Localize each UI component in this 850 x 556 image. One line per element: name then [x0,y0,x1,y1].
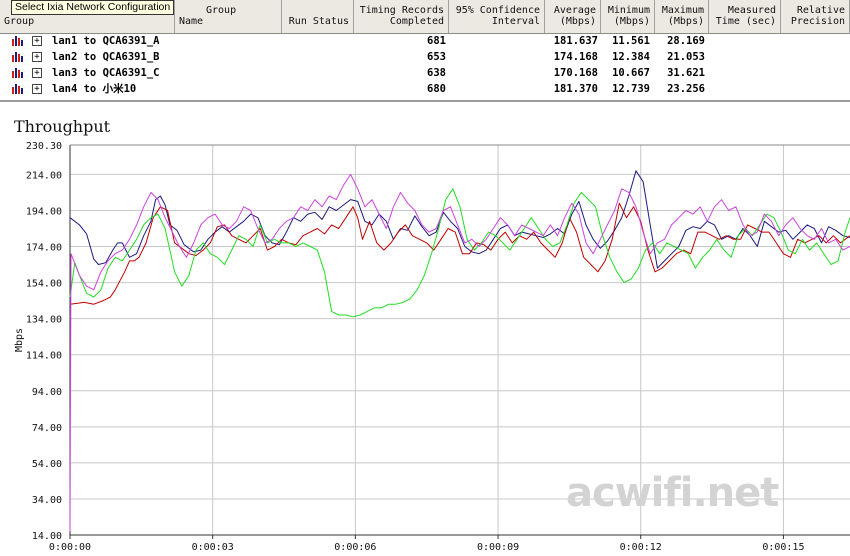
y-tick-label: 54.00 [32,459,62,470]
series-line-red [69,202,850,305]
y-tick-label: 34.00 [32,495,62,506]
column-header-confidence-interval[interactable]: 95% Confidence Interval [449,0,545,33]
y-tick-label: 114.00 [26,351,62,362]
row-minimum: 11.561 [612,35,650,47]
column-header-timing-records[interactable]: Timing Records Completed [354,0,449,33]
column-header-run-status[interactable]: Run Status [282,0,354,33]
header-text: Average [553,5,596,16]
row-average: 170.168 [553,67,598,79]
x-tick-label: 0:00:12 [620,542,662,553]
bar-chart-icon [12,36,23,46]
column-header-average[interactable]: Average (Mbps) [545,0,601,33]
y-axis-label: Mbps [14,328,25,352]
row-timing-records: 681 [427,35,446,47]
table-row[interactable]: + lan2 to QCA6391_B 653 174.168 12.384 2… [0,49,850,65]
header-text: Name [179,16,204,27]
header-text: Group [206,5,237,16]
x-tick-label: 0:00:09 [477,542,519,553]
column-header-measured-time[interactable]: Measured Time (sec) [709,0,781,33]
expand-toggle[interactable]: + [32,68,42,78]
row-average: 174.168 [553,51,598,63]
table-row[interactable]: + lan3 to QCA6391_C 638 170.168 10.667 3… [0,65,850,81]
y-tick-label: 230.30 [26,141,62,152]
header-text: (Mbps) [613,16,650,27]
header-text: Completed [389,16,444,27]
y-tick-label: 154.00 [26,279,62,290]
row-maximum: 28.169 [667,35,705,47]
row-group-name: lan1 to QCA6391_A [52,35,160,47]
header-text: (Mbps) [559,16,596,27]
header-text: Run Status [288,16,349,27]
tooltip: Select Ixia Network Configuration [11,0,175,15]
watermark: acwifi.net [566,470,779,516]
series-line-navy [69,170,850,269]
header-text: Maximum [661,5,704,16]
row-timing-records: 680 [427,83,446,95]
row-minimum: 12.739 [612,83,650,95]
header-text: Relative [796,5,845,16]
header-text: Time (sec) [715,16,776,27]
table-row[interactable]: + lan1 to QCA6391_A 681 181.637 11.561 2… [0,33,850,49]
row-average: 181.370 [553,83,598,95]
y-tick-label: 174.00 [26,243,62,254]
y-tick-label: 194.00 [26,206,62,217]
bar-chart-icon [12,84,23,94]
y-tick-label: 74.00 [32,423,62,434]
header-text: Minimum [607,5,650,16]
row-group-name: lan4 to 小米10 [52,83,137,95]
row-group-name: lan2 to QCA6391_B [52,51,160,63]
x-tick-label: 0:00:00 [49,542,91,553]
row-maximum: 21.053 [667,51,705,63]
x-tick-label: 0:00:15 [762,542,804,553]
column-header-maximum[interactable]: Maximum (Mbps) [655,0,709,33]
row-timing-records: 638 [427,67,446,79]
row-maximum: 31.621 [667,67,705,79]
column-header-minimum[interactable]: Minimum (Mbps) [601,0,655,33]
header-text: Precision [790,16,845,27]
column-header-relative-precision[interactable]: Relative Precision [781,0,850,33]
x-tick-label: 0:00:06 [334,542,376,553]
column-header-group-name[interactable]: Group Name [175,0,282,33]
expand-toggle[interactable]: + [32,52,42,62]
row-average: 181.637 [553,35,598,47]
expand-toggle[interactable]: + [32,36,42,46]
row-timing-records: 653 [427,51,446,63]
y-tick-label: 134.00 [26,315,62,326]
results-table: Group Group Name Run Status Timing Recor… [0,0,850,102]
row-minimum: 10.667 [612,67,650,79]
row-group-name: lan3 to QCA6391_C [52,67,160,79]
y-tick-label: 14.00 [32,531,62,542]
header-text: (Mbps) [667,16,704,27]
y-tick-label: 94.00 [32,387,62,398]
expand-toggle[interactable]: + [32,84,42,94]
header-text: Measured [727,5,776,16]
table-row[interactable]: + lan4 to 小米10 680 181.370 12.739 23.256 [0,81,850,97]
header-text: 95% Confidence [455,5,540,16]
x-tick-label: 0:00:03 [192,542,234,553]
header-text: Timing Records [359,5,444,16]
header-text: Group [4,16,35,27]
header-text: Interval [491,16,540,27]
bar-chart-icon [12,52,23,62]
bar-chart-icon [12,68,23,78]
row-maximum: 23.256 [667,83,705,95]
row-minimum: 12.384 [612,51,650,63]
y-tick-label: 214.00 [26,170,62,181]
